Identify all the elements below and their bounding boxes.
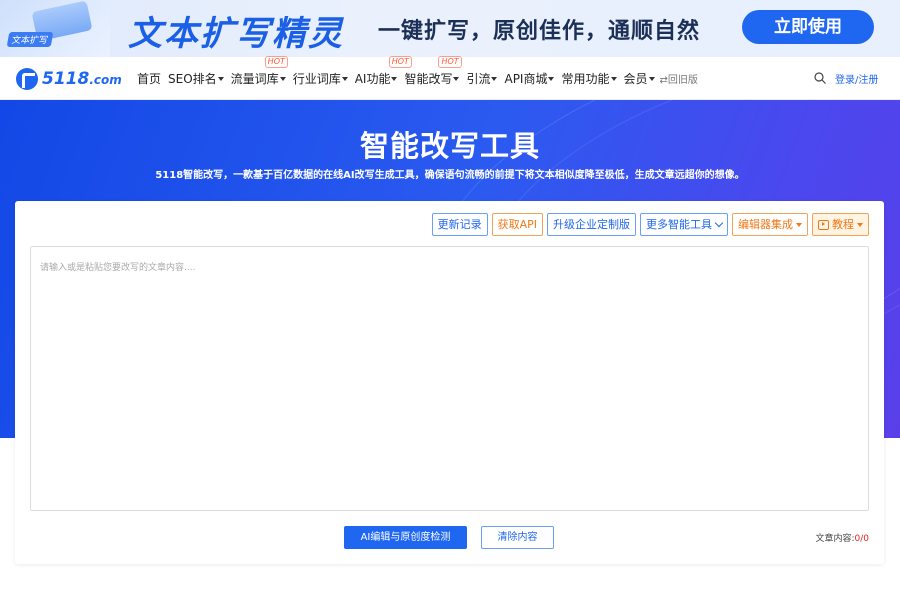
caret-down-icon [648, 76, 655, 81]
enterprise-upgrade-button[interactable]: 升级企业定制版 [547, 213, 636, 236]
caret-down-icon [610, 76, 617, 81]
nav-item-label: 流量词库 [230, 72, 279, 86]
nav-item-6[interactable]: 引流 [466, 70, 498, 87]
nav-item-label: AI功能 [354, 72, 391, 86]
nav-item-3[interactable]: 行业词库 [293, 70, 348, 87]
word-count-label: 文章内容: [815, 534, 855, 544]
nav-item-label: API商城 [504, 72, 548, 86]
old-version-link[interactable]: ⇄回旧版 [660, 71, 698, 86]
get-api-label: 获取API [497, 218, 537, 231]
caret-down-icon [279, 76, 286, 81]
update-log-button[interactable]: 更新记录 [431, 213, 488, 236]
nav-item-label: 引流 [466, 72, 491, 86]
nav-item-5[interactable]: 智能改写 HOT [404, 56, 462, 87]
logo-text: 5118.com [42, 69, 122, 89]
main-nav: 5118.com 首页 SEO排名 流量词库 HOT 行业词库 AI功能 HOT 智能改写 HO… [0, 56, 900, 100]
nav-item-label: 智能改写 [404, 72, 453, 86]
caret-down-icon [453, 76, 460, 81]
banner-title: 文本扩写精灵 [128, 14, 344, 54]
word-count: 文章内容:0/0 [815, 531, 869, 544]
editor-integration-dropdown[interactable]: 编辑器集成 [732, 213, 808, 236]
nav-item-label: 行业词库 [292, 72, 341, 86]
caret-down-icon [491, 76, 498, 81]
get-api-button[interactable]: 获取API [491, 213, 543, 236]
banner-badge: 文本扩写 [6, 32, 54, 47]
page-description: 5118智能改写，一款基于百亿数据的在线AI改写生成工具，确保语句流畅的前提下将… [155, 170, 745, 181]
more-tools-dropdown[interactable]: 更多智能工具 [640, 213, 728, 236]
hot-badge: HOT [388, 56, 412, 68]
login-register-link[interactable]: 登录/注册 [835, 71, 878, 86]
tutorial-label: 教程 [832, 218, 854, 231]
update-log-label: 更新记录 [437, 218, 482, 231]
nav-item-2[interactable]: 流量词库 HOT [230, 56, 288, 87]
hot-badge: HOT [264, 56, 288, 68]
hot-badge: HOT [438, 56, 462, 68]
logo-mark-icon [16, 68, 38, 90]
nav-item-label: 会员 [623, 72, 648, 86]
tutorial-dropdown[interactable]: 教程 [812, 213, 869, 236]
nav-item-label: SEO排名 [168, 72, 217, 86]
caret-down-icon [217, 76, 224, 81]
nav-item-9[interactable]: 会员 [624, 70, 655, 87]
caret-down-icon [548, 76, 555, 81]
caret-down-icon [391, 76, 398, 81]
more-tools-label: 更多智能工具 [646, 218, 712, 231]
caret-down-icon [341, 76, 348, 81]
top-promo-banner[interactable]: 文本扩写 文本扩写精灵 一键扩写，原创佳作，通顺自然 立即使用 [0, 0, 900, 57]
enterprise-upgrade-label: 升级企业定制版 [553, 218, 630, 231]
chevron-down-icon [714, 218, 724, 228]
nav-menu: 首页 SEO排名 流量词库 HOT 行业词库 AI功能 HOT 智能改写 HOT 引流 API商城常… [137, 56, 698, 100]
nav-item-label: 常用功能 [561, 72, 610, 86]
word-count-value: 0/0 [854, 534, 869, 544]
site-logo[interactable]: 5118.com [16, 67, 122, 91]
article-input[interactable] [30, 246, 869, 511]
banner-subtitle: 一键扩写，原创佳作，通顺自然 [378, 19, 701, 44]
nav-item-label: 首页 [137, 72, 162, 86]
nav-item-1[interactable]: SEO排名 [168, 70, 224, 87]
nav-item-0[interactable]: 首页 [137, 70, 161, 87]
clear-content-button[interactable]: 清除内容 [481, 526, 554, 549]
rewrite-panel: 更新记录 获取API 升级企业定制版 更多智能工具 编辑器集成 教程 AI编辑与… [15, 201, 884, 564]
nav-item-8[interactable]: 常用功能 [561, 70, 617, 87]
editor-integration-label: 编辑器集成 [738, 218, 793, 231]
video-play-icon [818, 219, 829, 230]
nav-item-4[interactable]: AI功能 HOT [354, 56, 412, 87]
caret-down-icon [857, 222, 863, 227]
banner-use-now-button[interactable]: 立即使用 [742, 10, 874, 44]
banner-illustration: 文本扩写 [0, 0, 110, 57]
caret-down-icon [796, 222, 802, 227]
search-icon[interactable] [814, 72, 826, 84]
editor-toolbar: 更新记录 获取API 升级企业定制版 更多智能工具 编辑器集成 教程 [428, 213, 869, 236]
nav-item-7[interactable]: API商城 [504, 70, 555, 87]
ai-edit-check-button[interactable]: AI编辑与原创度检测 [344, 526, 467, 549]
page-title: 智能改写工具 [359, 129, 540, 163]
